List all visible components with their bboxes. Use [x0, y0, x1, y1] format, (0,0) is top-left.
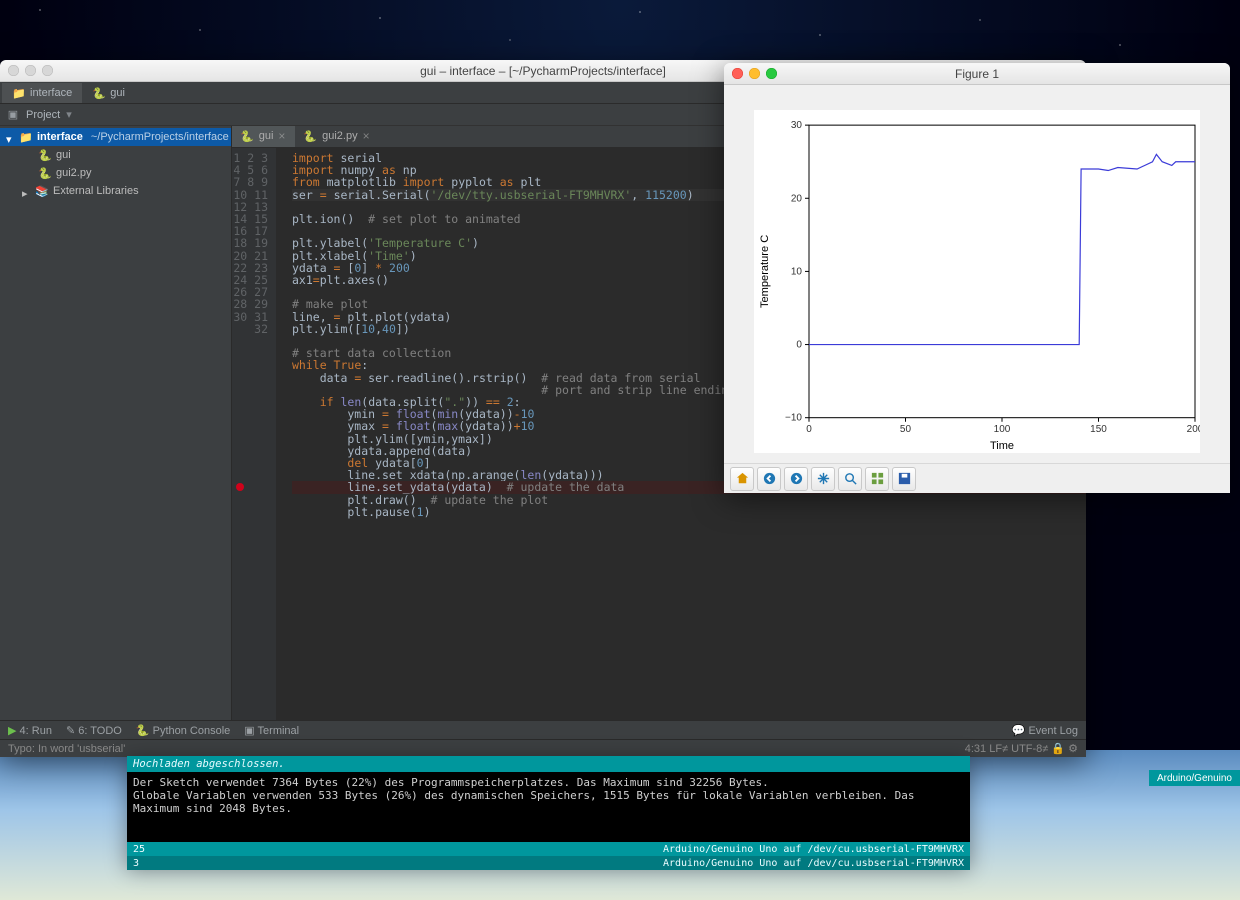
python-icon: 🐍: [92, 86, 106, 100]
typo-message: Typo: In word 'usbserial': [8, 743, 125, 755]
pycharm-statusbar: ▶ 4: Run ✎ 6: TODO 🐍 Python Console ▣ Te…: [0, 720, 1086, 739]
breadcrumb-tab[interactable]: 📁 interface: [2, 83, 82, 103]
run-toolwindow[interactable]: ▶ 4: Run: [8, 724, 52, 737]
tree-item-gui2[interactable]: 🐍 gui2.py: [0, 164, 231, 182]
arduino-output[interactable]: Der Sketch verwendet 7364 Bytes (22%) de…: [127, 772, 970, 842]
pycharm-info-bar: Typo: In word 'usbserial' 4:31 LF≠ UTF-8…: [0, 739, 1086, 757]
python-console-toolwindow[interactable]: 🐍 Python Console: [136, 724, 230, 737]
subplots-icon[interactable]: [865, 467, 889, 491]
arduino-statusbar-1: 25 Arduino/Genuino Uno auf /dev/cu.usbse…: [127, 842, 970, 856]
tree-root[interactable]: ▾ 📁 interface ~/PycharmProjects/interfac…: [0, 128, 231, 146]
file-context-tab[interactable]: 🐍 gui: [82, 83, 135, 103]
minimize-icon[interactable]: [749, 68, 760, 79]
project-tree[interactable]: ▾ 📁 interface ~/PycharmProjects/interfac…: [0, 126, 232, 720]
svg-text:0: 0: [796, 340, 802, 351]
chevron-right-icon[interactable]: ▸: [22, 187, 31, 196]
matplotlib-figure-window: Figure 1 0 50 100 150 200 −10 0 10 20 30 Time Tempe…: [724, 63, 1230, 493]
svg-text:100: 100: [994, 424, 1011, 435]
arduino-side-label: Arduino/Genuino: [1149, 770, 1240, 786]
svg-text:−10: −10: [785, 413, 802, 424]
arduino-status-header: Hochladen abgeschlossen.: [127, 756, 970, 772]
python-icon: 🐍: [240, 130, 254, 143]
matplotlib-toolbar: [724, 463, 1230, 493]
close-tab-icon[interactable]: ×: [363, 129, 370, 143]
project-toolwindow-icon[interactable]: ▣: [6, 108, 20, 122]
folder-icon: 📁: [19, 130, 33, 144]
save-icon[interactable]: [892, 467, 916, 491]
pan-icon[interactable]: [811, 467, 835, 491]
library-icon: 📚: [35, 184, 49, 198]
arduino-statusbar-2: 3 Arduino/Genuino Uno auf /dev/cu.usbser…: [127, 856, 970, 870]
python-icon: 🐍: [38, 166, 52, 180]
forward-icon[interactable]: [784, 467, 808, 491]
terminal-toolwindow[interactable]: ▣ Terminal: [244, 724, 299, 737]
svg-text:Temperature C: Temperature C: [759, 235, 771, 308]
svg-text:Time: Time: [990, 440, 1014, 452]
project-label[interactable]: Project: [26, 109, 60, 121]
svg-text:30: 30: [791, 120, 803, 131]
svg-text:20: 20: [791, 193, 803, 204]
svg-text:50: 50: [900, 424, 912, 435]
editor-tab-gui2[interactable]: 🐍 gui2.py ×: [295, 126, 379, 147]
fold-strip[interactable]: [276, 148, 288, 720]
close-icon[interactable]: [8, 65, 19, 76]
zoom-icon[interactable]: [766, 68, 777, 79]
figure-title: Figure 1: [724, 67, 1230, 81]
folder-icon: 📁: [12, 86, 26, 100]
minimize-icon[interactable]: [25, 65, 36, 76]
python-icon: 🐍: [38, 148, 52, 162]
figure-titlebar[interactable]: Figure 1: [724, 63, 1230, 85]
close-icon[interactable]: [732, 68, 743, 79]
svg-text:150: 150: [1090, 424, 1107, 435]
home-icon[interactable]: [730, 467, 754, 491]
caret-info: 4:31 LF≠ UTF-8≠ 🔒 ⚙: [965, 742, 1078, 755]
svg-text:10: 10: [791, 266, 803, 277]
python-icon: 🐍: [303, 130, 317, 143]
event-log[interactable]: 💬 Event Log: [1012, 724, 1078, 737]
tree-item-gui[interactable]: 🐍 gui: [0, 146, 231, 164]
plot-canvas[interactable]: 0 50 100 150 200 −10 0 10 20 30 Time Temperature C: [754, 110, 1200, 453]
editor-tab-gui[interactable]: 🐍 gui ×: [232, 126, 295, 147]
zoom-icon[interactable]: [838, 467, 862, 491]
dropdown-icon[interactable]: ▾: [66, 108, 72, 121]
zoom-icon[interactable]: [42, 65, 53, 76]
todo-toolwindow[interactable]: ✎ 6: TODO: [66, 724, 122, 737]
svg-text:200: 200: [1187, 424, 1200, 435]
close-tab-icon[interactable]: ×: [278, 129, 285, 143]
svg-text:0: 0: [806, 424, 812, 435]
chevron-down-icon[interactable]: ▾: [6, 133, 15, 142]
back-icon[interactable]: [757, 467, 781, 491]
tree-external-libraries[interactable]: ▸ 📚 External Libraries: [0, 182, 231, 200]
line-gutter[interactable]: 1 2 3 4 5 6 7 8 9 10 11 12 13 14 15 16 1…: [232, 148, 276, 720]
arduino-console-window: Hochladen abgeschlossen. Der Sketch verw…: [127, 756, 970, 866]
